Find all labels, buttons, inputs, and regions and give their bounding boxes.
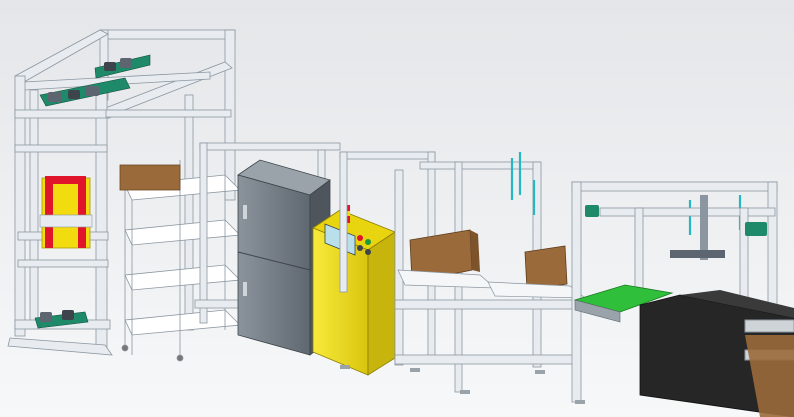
- carton-sealer-body: [639, 290, 794, 417]
- cad-viewport[interactable]: [0, 0, 794, 417]
- packaging-line-3d-model: [0, 0, 794, 417]
- control-panel: [312, 205, 396, 376]
- lift-carriage: [39, 176, 93, 249]
